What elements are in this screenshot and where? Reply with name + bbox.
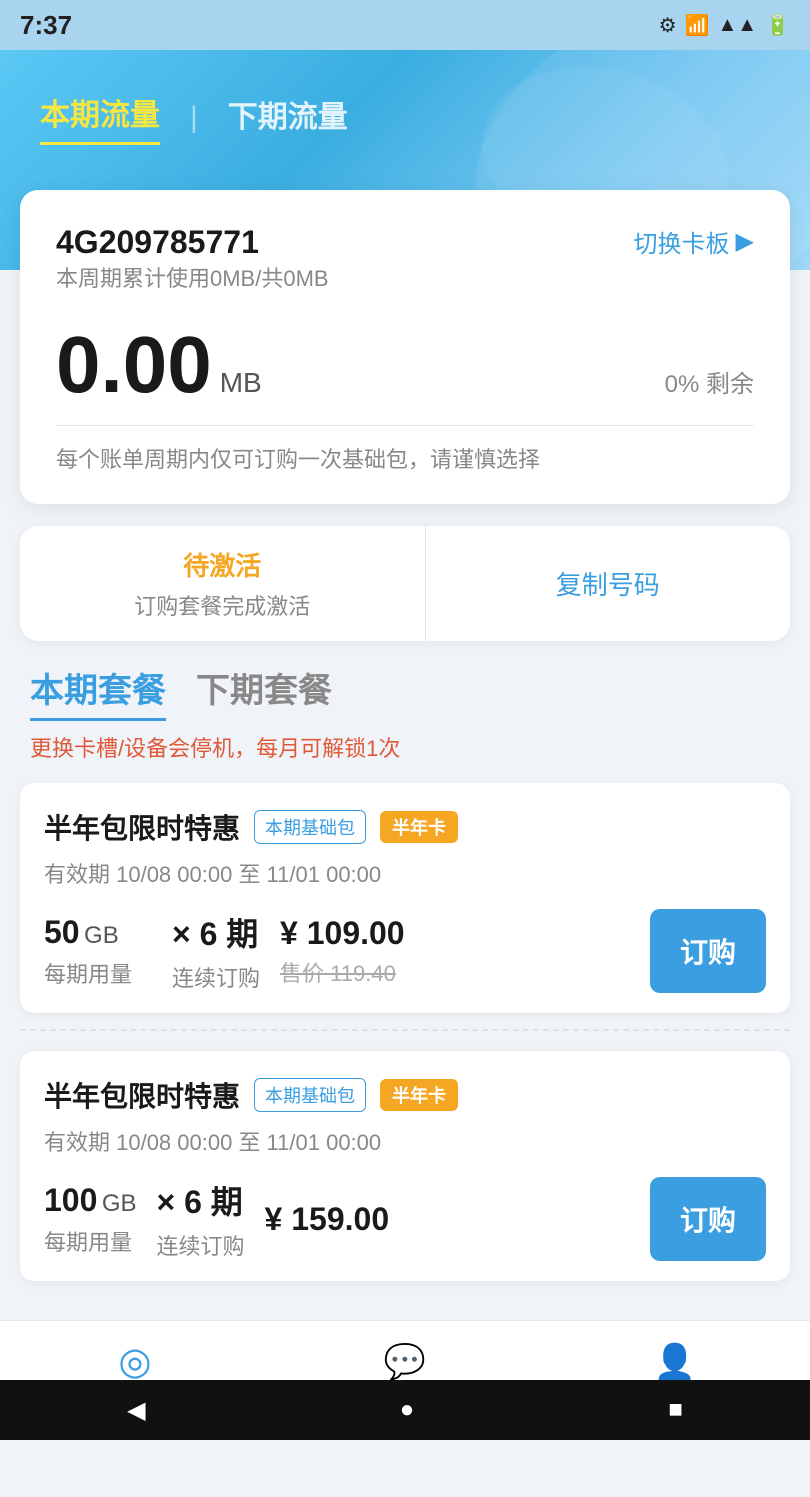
package-validity-1: 有效期 10/08 00:00 至 11/01 00:00 <box>44 857 766 889</box>
battery-icon: 🔋 <box>765 13 790 38</box>
card-divider <box>56 425 754 426</box>
recent-button[interactable]: ■ <box>668 1396 683 1424</box>
main-content: 4G209785771 本周期累计使用0MB/共0MB 切换卡板 ▶ 0.00 … <box>0 190 810 1497</box>
package-details-row-2: 100 GB 每期用量 × 6 期 连续订购 ¥ 159.00 <box>44 1177 766 1261</box>
status-time: 7:37 <box>20 10 72 41</box>
data-amount-item-2: 100 GB 每期用量 <box>44 1182 137 1257</box>
badge-base-2: 本期基础包 <box>254 1078 366 1112</box>
gb-unit-1: GB <box>84 922 119 949</box>
periods-item-2: × 6 期 连续订购 <box>157 1177 245 1261</box>
data-amount-row: 0.00 MB 0% 剩余 <box>56 325 754 405</box>
package-details-row-1: 50 GB 每期用量 × 6 期 连续订购 ¥ 109.00 <box>44 909 766 993</box>
android-nav-bar: ◀ ● ■ <box>0 1380 810 1440</box>
chevron-right-icon: ▶ <box>736 227 754 256</box>
card-top-row: 4G209785771 本周期累计使用0MB/共0MB 切换卡板 ▶ <box>56 224 754 321</box>
tab-next-flow[interactable]: 下期流量 <box>228 92 348 144</box>
badge-half-year-1: 半年卡 <box>380 811 458 843</box>
data-amount-item-1: 50 GB 每期用量 <box>44 914 132 989</box>
recharge-icon: ◎ <box>118 1339 151 1384</box>
package-title-1: 半年包限时特惠 <box>44 807 240 847</box>
price-value-2: 159.00 <box>291 1201 389 1237</box>
package-details-inner-2: 100 GB 每期用量 × 6 期 连续订购 ¥ 159.00 <box>44 1177 650 1261</box>
data-card: 4G209785771 本周期累计使用0MB/共0MB 切换卡板 ▶ 0.00 … <box>20 190 790 504</box>
package-validity-2: 有效期 10/08 00:00 至 11/01 00:00 <box>44 1125 766 1157</box>
home-button[interactable]: ● <box>400 1396 415 1424</box>
activation-status: 待激活 <box>183 546 261 583</box>
data-label-1: 每期用量 <box>44 957 132 989</box>
tab-next-package[interactable]: 下期套餐 <box>196 663 332 721</box>
package-warning: 更换卡槽/设备会停机，每月可解锁1次 <box>30 731 780 763</box>
periods-value-1: × 6 期 <box>172 909 260 955</box>
package-section: 本期套餐 下期套餐 更换卡槽/设备会停机，每月可解锁1次 <box>20 663 790 763</box>
badge-base-1: 本期基础包 <box>254 810 366 844</box>
data-amount: 0.00 MB <box>56 325 262 405</box>
price-current-2: ¥ 159.00 <box>265 1201 390 1238</box>
switch-card-label: 切换卡板 <box>634 224 730 259</box>
activation-section: 待激活 订购套餐完成激活 复制号码 <box>20 526 790 641</box>
package-details-inner-1: 50 GB 每期用量 × 6 期 连续订购 ¥ 109.00 <box>44 909 650 993</box>
signal-icon: ▲▲ <box>718 14 758 37</box>
section-divider <box>20 1029 790 1031</box>
remaining-percent: 0% <box>665 371 700 398</box>
periods-label-2: 连续订购 <box>157 1229 245 1261</box>
package-card-2-header: 半年包限时特惠 本期基础包 半年卡 <box>44 1075 766 1115</box>
settings-icon: ⚙ <box>659 13 677 38</box>
gb-number-1: 50 <box>44 914 80 950</box>
data-number: 0.00 <box>56 325 212 405</box>
periods-label-1: 连续订购 <box>172 961 260 993</box>
price-current-1: ¥ 109.00 <box>280 915 405 952</box>
status-icons: ⚙ 📶 ▲▲ 🔋 <box>659 13 790 38</box>
original-price-value-1: 119.40 <box>330 961 396 986</box>
price-value-1: 109.00 <box>307 915 405 951</box>
tab-current-flow[interactable]: 本期流量 <box>40 90 160 145</box>
data-remaining: 0% 剩余 <box>665 364 754 405</box>
gb-unit-2: GB <box>102 1190 137 1217</box>
periods-value-2: × 6 期 <box>157 1177 245 1223</box>
activation-desc: 订购套餐完成激活 <box>134 589 310 621</box>
tab-current-package[interactable]: 本期套餐 <box>30 663 166 721</box>
tab-divider: | <box>190 101 198 135</box>
price-symbol-1: ¥ <box>280 915 298 951</box>
badge-half-year-2: 半年卡 <box>380 1079 458 1111</box>
remaining-label: 剩余 <box>706 371 754 398</box>
switch-card-button[interactable]: 切换卡板 ▶ <box>634 224 754 259</box>
phone-number: 4G209785771 <box>56 224 329 261</box>
activation-left: 待激活 订购套餐完成激活 <box>20 526 426 641</box>
detail-value-gb-1: 50 GB <box>44 914 132 951</box>
detail-value-gb-2: 100 GB <box>44 1182 137 1219</box>
data-unit: MB <box>220 367 262 399</box>
card-subtitle: 本周期累计使用0MB/共0MB <box>56 261 329 293</box>
price-col-1: ¥ 109.00 售价 119.40 <box>280 915 405 988</box>
mine-icon: 👤 <box>654 1342 696 1382</box>
original-price-label-1: 售价 <box>280 961 324 986</box>
wifi-icon: 📶 <box>685 13 710 38</box>
content-area: 4G209785771 本周期累计使用0MB/共0MB 切换卡板 ▶ 0.00 … <box>0 190 810 1281</box>
card-notice: 每个账单周期内仅可订购一次基础包，请谨慎选择 <box>56 442 754 474</box>
status-bar: 7:37 ⚙ 📶 ▲▲ 🔋 <box>0 0 810 50</box>
package-card-2: 半年包限时特惠 本期基础包 半年卡 有效期 10/08 00:00 至 11/0… <box>20 1051 790 1281</box>
package-tabs: 本期套餐 下期套餐 <box>30 663 780 721</box>
periods-item-1: × 6 期 连续订购 <box>172 909 260 993</box>
header-tabs: 本期流量 | 下期流量 <box>0 50 810 145</box>
price-original-1: 售价 119.40 <box>280 956 405 988</box>
package-card-1: 半年包限时特惠 本期基础包 半年卡 有效期 10/08 00:00 至 11/0… <box>20 783 790 1013</box>
subscribe-button-2[interactable]: 订购 <box>650 1177 766 1261</box>
copy-number-button[interactable]: 复制号码 <box>426 526 791 641</box>
service-icon: 💬 <box>384 1342 426 1382</box>
back-button[interactable]: ◀ <box>127 1396 145 1425</box>
package-card-1-header: 半年包限时特惠 本期基础包 半年卡 <box>44 807 766 847</box>
package-title-2: 半年包限时特惠 <box>44 1075 240 1115</box>
subscribe-button-1[interactable]: 订购 <box>650 909 766 993</box>
price-symbol-2: ¥ <box>265 1201 283 1237</box>
card-left: 4G209785771 本周期累计使用0MB/共0MB <box>56 224 329 321</box>
price-col-2: ¥ 159.00 <box>265 1201 390 1238</box>
data-label-2: 每期用量 <box>44 1225 137 1257</box>
gb-number-2: 100 <box>44 1182 97 1218</box>
